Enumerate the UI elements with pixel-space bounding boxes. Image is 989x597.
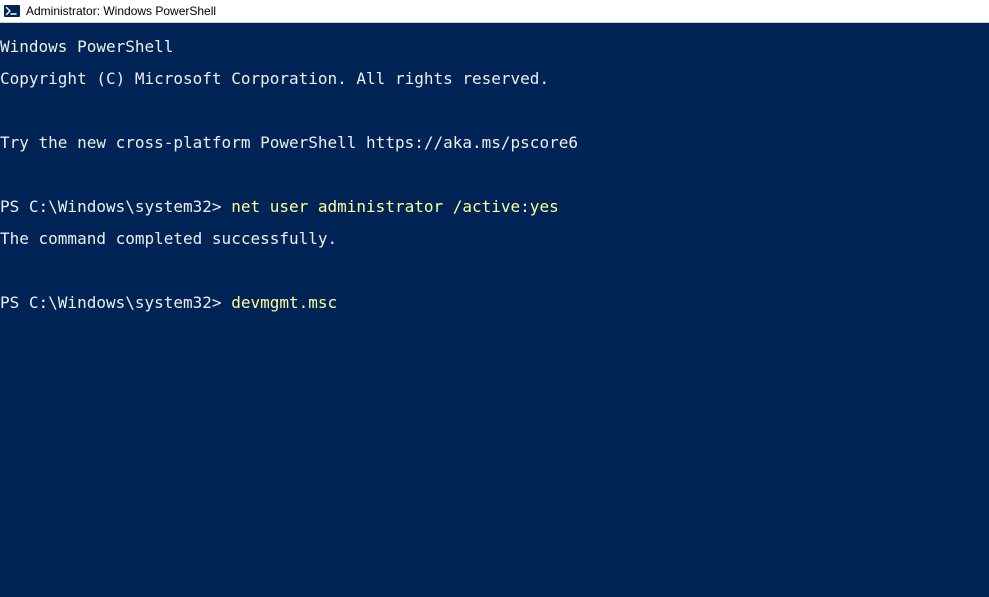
blank-line bbox=[0, 263, 989, 279]
prompt-1: PS C:\Windows\system32> bbox=[0, 197, 231, 216]
terminal-tip-line: Try the new cross-platform PowerShell ht… bbox=[0, 135, 989, 151]
blank-line bbox=[0, 167, 989, 183]
terminal-area[interactable]: Windows PowerShell Copyright (C) Microso… bbox=[0, 23, 989, 597]
output-line-1: The command completed successfully. bbox=[0, 231, 989, 247]
command-line-2[interactable]: PS C:\Windows\system32> devmgmt.msc bbox=[0, 295, 989, 311]
command-2: devmgmt.msc bbox=[231, 293, 337, 312]
terminal-header-line2: Copyright (C) Microsoft Corporation. All… bbox=[0, 71, 989, 87]
terminal-header-line1: Windows PowerShell bbox=[0, 39, 989, 55]
command-1: net user administrator /active:yes bbox=[231, 197, 559, 216]
titlebar[interactable]: Administrator: Windows PowerShell bbox=[0, 0, 989, 23]
powershell-icon bbox=[4, 3, 20, 19]
prompt-2: PS C:\Windows\system32> bbox=[0, 293, 231, 312]
window-title: Administrator: Windows PowerShell bbox=[26, 4, 216, 18]
blank-line bbox=[0, 103, 989, 119]
command-line-1: PS C:\Windows\system32> net user adminis… bbox=[0, 199, 989, 215]
